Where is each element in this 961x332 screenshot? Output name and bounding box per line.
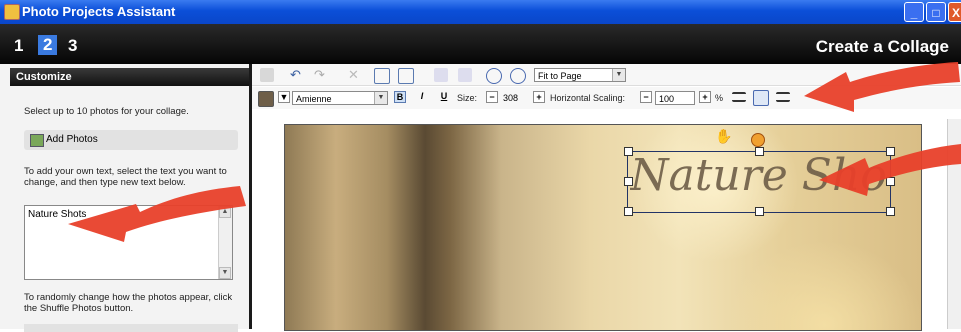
- hand-cursor-icon: ✋: [715, 128, 733, 144]
- step-2-active[interactable]: 2: [38, 35, 58, 55]
- resize-handle[interactable]: [755, 207, 764, 216]
- size-decrease-button[interactable]: −: [486, 91, 498, 103]
- step-1[interactable]: 1: [14, 36, 23, 56]
- resize-handle[interactable]: [624, 207, 633, 216]
- send-backward-icon[interactable]: [458, 68, 472, 82]
- align-left-icon[interactable]: [732, 92, 746, 102]
- panel-header: Customize: [10, 68, 249, 86]
- align-right-icon[interactable]: [776, 92, 790, 102]
- horizontal-scaling-label: Horizontal Scaling:: [550, 93, 626, 103]
- text-color-swatch[interactable]: [258, 91, 274, 107]
- step-3[interactable]: 3: [68, 36, 77, 56]
- scroll-down-icon[interactable]: ▼: [219, 267, 231, 279]
- annotation-arrow-left: [68, 186, 246, 242]
- chevron-down-icon: ▼: [374, 92, 387, 104]
- zoom-in-icon[interactable]: [486, 68, 502, 84]
- resize-handle[interactable]: [624, 147, 633, 156]
- annotation-arrow-toolbar: [804, 62, 960, 112]
- add-photos-icon: [30, 134, 44, 147]
- underline-button[interactable]: U: [438, 91, 450, 103]
- print-icon[interactable]: [260, 68, 274, 82]
- hscale-decrease-button[interactable]: −: [640, 91, 652, 103]
- rotate-left-icon[interactable]: [374, 68, 390, 84]
- select-photos-instruction: Select up to 10 photos for your collage.: [24, 106, 189, 117]
- italic-button[interactable]: I: [416, 91, 428, 103]
- size-value[interactable]: 308: [500, 91, 530, 105]
- add-photos-label: Add Photos: [46, 134, 98, 145]
- redo-icon[interactable]: ↷: [314, 68, 328, 82]
- resize-handle[interactable]: [624, 177, 633, 186]
- size-label: Size:: [457, 93, 478, 103]
- annotation-arrow-canvas: [819, 144, 961, 196]
- rotate-right-icon[interactable]: [398, 68, 414, 84]
- maximize-button[interactable]: □: [926, 2, 946, 22]
- minimize-button[interactable]: _: [904, 2, 924, 22]
- hscale-increase-button[interactable]: +: [699, 91, 711, 103]
- delete-icon[interactable]: ✕: [348, 68, 362, 82]
- size-increase-button[interactable]: +: [533, 91, 545, 103]
- shuffle-photos-button[interactable]: [24, 324, 238, 332]
- bold-button[interactable]: B: [394, 91, 406, 103]
- close-button[interactable]: X: [948, 2, 961, 22]
- shuffle-instruction: To randomly change how the photos appear…: [24, 292, 233, 314]
- app-icon: [4, 4, 20, 20]
- undo-icon[interactable]: ↶: [290, 68, 304, 82]
- title-bar: Photo Projects Assistant _ □ X: [0, 0, 961, 24]
- window-title: Photo Projects Assistant: [22, 4, 176, 19]
- bring-forward-icon[interactable]: [434, 68, 448, 82]
- page-title: Create a Collage: [815, 37, 949, 56]
- add-photos-button[interactable]: Add Photos: [24, 130, 238, 150]
- zoom-out-icon[interactable]: [510, 68, 526, 84]
- rotate-handle-icon[interactable]: [751, 133, 765, 147]
- font-value: Amienne: [296, 94, 332, 104]
- resize-handle[interactable]: [886, 207, 895, 216]
- chevron-down-icon: ▼: [612, 69, 625, 81]
- zoom-select[interactable]: Fit to Page ▼: [534, 68, 626, 82]
- align-center-icon[interactable]: [753, 90, 769, 106]
- percent-label: %: [715, 93, 724, 103]
- font-select[interactable]: Amienne ▼: [292, 91, 388, 105]
- color-dropdown-icon[interactable]: ▼: [278, 91, 290, 103]
- zoom-value: Fit to Page: [538, 71, 582, 81]
- resize-handle[interactable]: [755, 147, 764, 156]
- hscale-value[interactable]: 100: [655, 91, 695, 105]
